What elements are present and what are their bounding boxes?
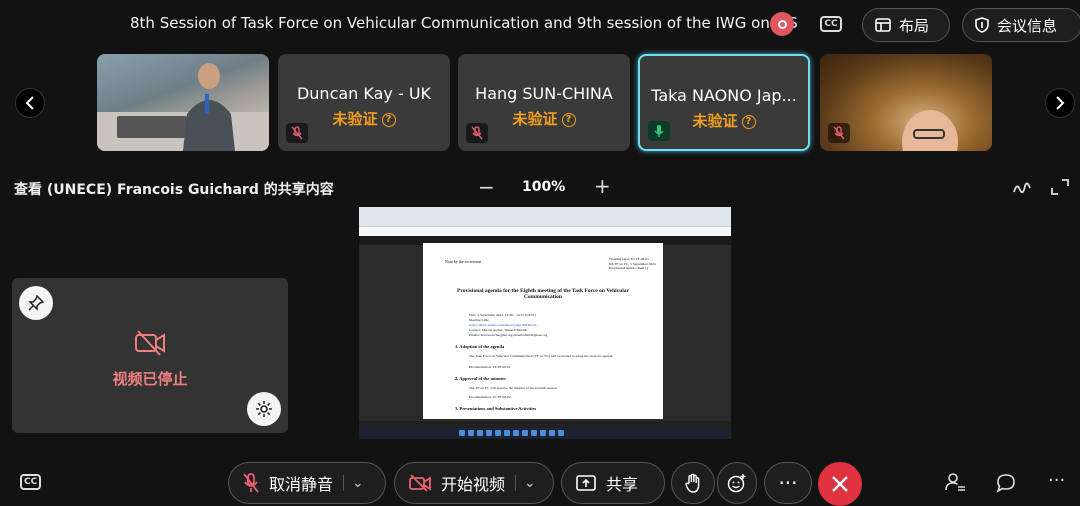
- hand-icon: [685, 473, 700, 493]
- settings-button[interactable]: [247, 392, 281, 426]
- muted-mic-icon: [466, 123, 488, 143]
- participants-button[interactable]: [944, 472, 966, 496]
- participant-tile-active-speaker[interactable]: Taka NAONO Jap... 未验证?: [638, 54, 810, 151]
- layout-label: 布局: [899, 16, 930, 35]
- share-button[interactable]: 共享: [561, 462, 665, 504]
- zoom-level: 100%: [522, 179, 566, 195]
- annotate-icon[interactable]: [1012, 178, 1032, 200]
- chat-icon: [996, 474, 1015, 493]
- layout-button[interactable]: 布局: [862, 8, 950, 42]
- document-link: https://unece.webex.com/unece/j.php?MTID…: [469, 323, 539, 327]
- fullscreen-icon[interactable]: [1050, 178, 1070, 200]
- document-line: Contact: Marcus Archer / Russell Shields: [469, 328, 527, 332]
- emoji-icon: [727, 474, 746, 493]
- video-off-icon: [409, 474, 431, 492]
- start-video-button[interactable]: 开始视频 ⌄: [394, 462, 554, 504]
- chat-button[interactable]: [996, 473, 1016, 497]
- share-title: 查看 (UNECE) Francois Guichard 的共享内容: [14, 182, 334, 198]
- chevron-down-icon[interactable]: ⌄: [343, 475, 364, 491]
- document-line: Meeting Link:: [469, 318, 490, 322]
- document-line: Documentation: VCTF-08-01: [469, 365, 511, 369]
- document-note: Note by the secretariat: [445, 259, 482, 264]
- pin-icon: [28, 295, 44, 311]
- chevron-right-icon: [1056, 96, 1065, 110]
- video-off-icon: [134, 329, 166, 361]
- meeting-info-button[interactable]: 会议信息: [962, 8, 1080, 42]
- participant-tile[interactable]: Hang SUN-CHINA 未验证?: [458, 54, 630, 151]
- active-mic-icon: [648, 121, 670, 141]
- closed-captions-icon[interactable]: CC: [20, 474, 42, 490]
- document-line: Documentation: VCTF-08-02: [469, 395, 511, 399]
- participant-tile[interactable]: Duncan Kay - UK 未验证?: [278, 54, 450, 151]
- recording-indicator-icon[interactable]: [770, 12, 794, 36]
- document-section-title: 3. Presentations and Substantive Activit…: [455, 406, 537, 411]
- participant-name: Duncan Kay - UK: [296, 84, 432, 103]
- document-line: The Task Force on Vehicular Communicatio…: [469, 354, 614, 358]
- unmute-button[interactable]: 取消静音 ⌄: [228, 462, 386, 504]
- participants-icon: [945, 473, 965, 491]
- document-line: The TF on VC will approve the minutes of…: [469, 386, 558, 390]
- share-label: 共享: [606, 475, 639, 494]
- share-screen-icon: [576, 475, 596, 491]
- zoom-out-button[interactable]: −: [478, 175, 495, 199]
- document-line: Date: 5 September 2024, 12:30 – 14:15 (C…: [469, 313, 536, 317]
- closed-captions-icon[interactable]: CC: [817, 12, 845, 36]
- participant-name: Hang SUN-CHINA: [475, 84, 613, 103]
- document-line: Emails: marcus.archer@un.org russell.shi…: [469, 333, 548, 337]
- document-section-title: 1. Adoption of the agenda: [455, 344, 505, 349]
- reactions-button[interactable]: [717, 462, 757, 504]
- document-meta: Working paper VCTF-08-01 8th TF on VC, 5…: [609, 257, 656, 270]
- help-icon: ?: [561, 112, 576, 127]
- browser-tabs: [359, 207, 731, 227]
- shared-screen[interactable]: Note by the secretariat Working paper VC…: [359, 207, 731, 439]
- browser-url-bar: [359, 227, 731, 236]
- windows-taskbar: [359, 427, 731, 439]
- participant-video-tile[interactable]: [820, 54, 992, 151]
- document-section-title: 2. Approval of the minutes: [455, 376, 506, 381]
- participant-name: Taka NAONO Jap...: [651, 86, 797, 105]
- leave-meeting-button[interactable]: [818, 462, 862, 506]
- unmute-label: 取消静音: [269, 475, 334, 494]
- more-icon[interactable]: ···: [1048, 470, 1065, 491]
- chevron-down-icon[interactable]: ⌄: [515, 475, 536, 491]
- meeting-info-label: 会议信息: [997, 16, 1058, 35]
- chevron-left-icon: [25, 96, 34, 110]
- meeting-title: 8th Session of Task Force on Vehicular C…: [130, 14, 798, 32]
- gear-icon: [256, 401, 272, 417]
- raise-hand-button[interactable]: [671, 462, 715, 504]
- more-options-button[interactable]: ···: [764, 462, 812, 504]
- document-page: Note by the secretariat Working paper VC…: [423, 243, 663, 419]
- previous-participants-button[interactable]: [15, 88, 45, 118]
- document-heading: Provisional agenda for the Eighth meetin…: [457, 288, 629, 300]
- help-icon: ?: [741, 114, 756, 129]
- muted-mic-icon: [286, 123, 308, 143]
- video-stopped-label: 视频已停止: [112, 370, 188, 388]
- participant-video-tile[interactable]: [97, 54, 269, 151]
- muted-mic-icon: [828, 123, 850, 143]
- next-participants-button[interactable]: [1045, 88, 1075, 118]
- muted-mic-icon: [243, 473, 259, 493]
- pin-button[interactable]: [19, 286, 53, 320]
- zoom-in-button[interactable]: +: [594, 174, 611, 198]
- start-video-label: 开始视频: [441, 475, 506, 494]
- close-icon: [832, 476, 848, 492]
- shield-icon: [975, 17, 989, 33]
- participant-video: [97, 63, 269, 151]
- layout-icon: [875, 18, 891, 32]
- help-icon: ?: [381, 112, 396, 127]
